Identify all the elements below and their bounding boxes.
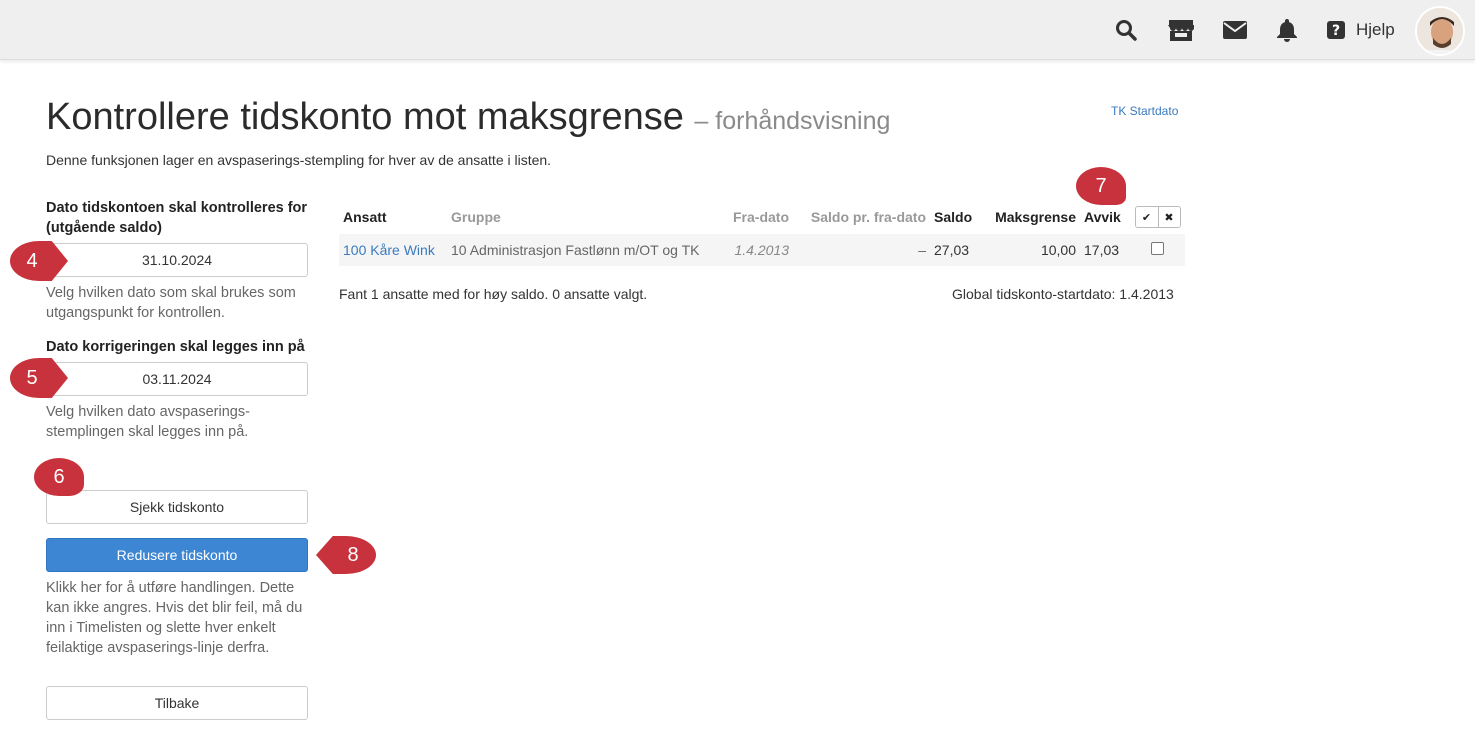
table-row: 100 Kåre Wink 10 Administrasjon Fastlønn… [339, 234, 1185, 266]
correction-date-label: Dato korrigeringen skal legges inn på [46, 339, 305, 355]
cell-maksgrense: 10,00 [982, 234, 1080, 266]
table-header-row: Ansatt Gruppe Fra-dato Saldo pr. fra-dat… [339, 200, 1185, 234]
step-marker-6-label: 6 [53, 465, 65, 488]
page-title: Kontrollere tidskonto mot maksgrense – f… [46, 96, 890, 139]
avatar[interactable] [1415, 6, 1465, 56]
cell-select [1130, 234, 1185, 266]
cell-ansatt[interactable]: 100 Kåre Wink [339, 234, 447, 266]
select-all-icon[interactable]: ✔ [1135, 207, 1158, 227]
page-subtitle: – forhåndsvisning [694, 107, 891, 135]
help-icon[interactable]: ? [1325, 16, 1347, 44]
check-date-label: Dato tidskontoen skal kontrolleres for (… [46, 200, 308, 236]
employee-table: Ansatt Gruppe Fra-dato Saldo pr. fra-dat… [339, 200, 1185, 266]
cell-avvik: 17,03 [1080, 234, 1130, 266]
correction-date-help: Velg hvilken dato avspaserings-stempling… [46, 404, 250, 440]
title-text: Kontrollere tidskonto mot maksgrense [46, 96, 684, 138]
back-button[interactable]: Tilbake [46, 686, 308, 720]
header-gruppe[interactable]: Gruppe [447, 200, 729, 234]
result-summary: Fant 1 ansatte med for høy saldo. 0 ansa… [339, 286, 648, 302]
select-toggle-group: ✔ ✖ [1134, 206, 1181, 228]
bell-icon[interactable] [1273, 16, 1301, 44]
step-marker-6: 6 [34, 458, 84, 496]
header-saldo-fra-dato[interactable]: Saldo pr. fra-dato [793, 200, 930, 234]
step-marker-8-label: 8 [347, 543, 359, 566]
header-saldo[interactable]: Saldo [930, 200, 982, 234]
help-link[interactable]: Hjelp [1356, 20, 1395, 40]
header-ansatt[interactable]: Ansatt [339, 200, 447, 234]
tk-startdato-link[interactable]: TK Startdato [1111, 104, 1178, 118]
check-date-field[interactable]: 31.10.2024 [46, 243, 308, 277]
intro-text: Denne funksjonen lager en avspaserings-s… [46, 152, 552, 168]
header-avvik[interactable]: Avvik [1080, 200, 1130, 234]
mail-icon[interactable] [1221, 16, 1249, 44]
cell-saldo: 27,03 [930, 234, 982, 266]
correction-date-field[interactable]: 03.11.2024 [46, 362, 308, 396]
header-select-toggle: ✔ ✖ [1130, 200, 1185, 234]
row-checkbox[interactable] [1151, 242, 1164, 255]
search-icon[interactable] [1112, 16, 1140, 44]
deselect-all-icon[interactable]: ✖ [1157, 207, 1180, 227]
svg-text:?: ? [1332, 23, 1340, 39]
cell-saldo-fra-dato: – [793, 234, 930, 266]
cell-fra-dato: 1.4.2013 [729, 234, 793, 266]
step-marker-7-label: 7 [1095, 174, 1107, 197]
top-bar: ? Hjelp [0, 0, 1475, 60]
reduce-help: Klikk her for å utføre handlingen. Dette… [46, 580, 303, 656]
store-icon[interactable] [1166, 16, 1196, 44]
header-maksgrense[interactable]: Maksgrense [982, 200, 1080, 234]
step-marker-8: 8 [316, 536, 376, 574]
check-date-help: Velg hvilken dato som skal brukes som ut… [46, 285, 296, 321]
header-fra-dato[interactable]: Fra-dato [729, 200, 793, 234]
cell-gruppe: 10 Administrasjon Fastlønn m/OT og TK [447, 234, 729, 266]
global-startdate: Global tidskonto-startdato: 1.4.2013 [952, 286, 1174, 302]
step-marker-5-label: 5 [26, 366, 38, 389]
check-account-button[interactable]: Sjekk tidskonto [46, 490, 308, 524]
step-marker-4-label: 4 [26, 249, 38, 272]
reduce-account-button[interactable]: Redusere tidskonto [46, 538, 308, 572]
